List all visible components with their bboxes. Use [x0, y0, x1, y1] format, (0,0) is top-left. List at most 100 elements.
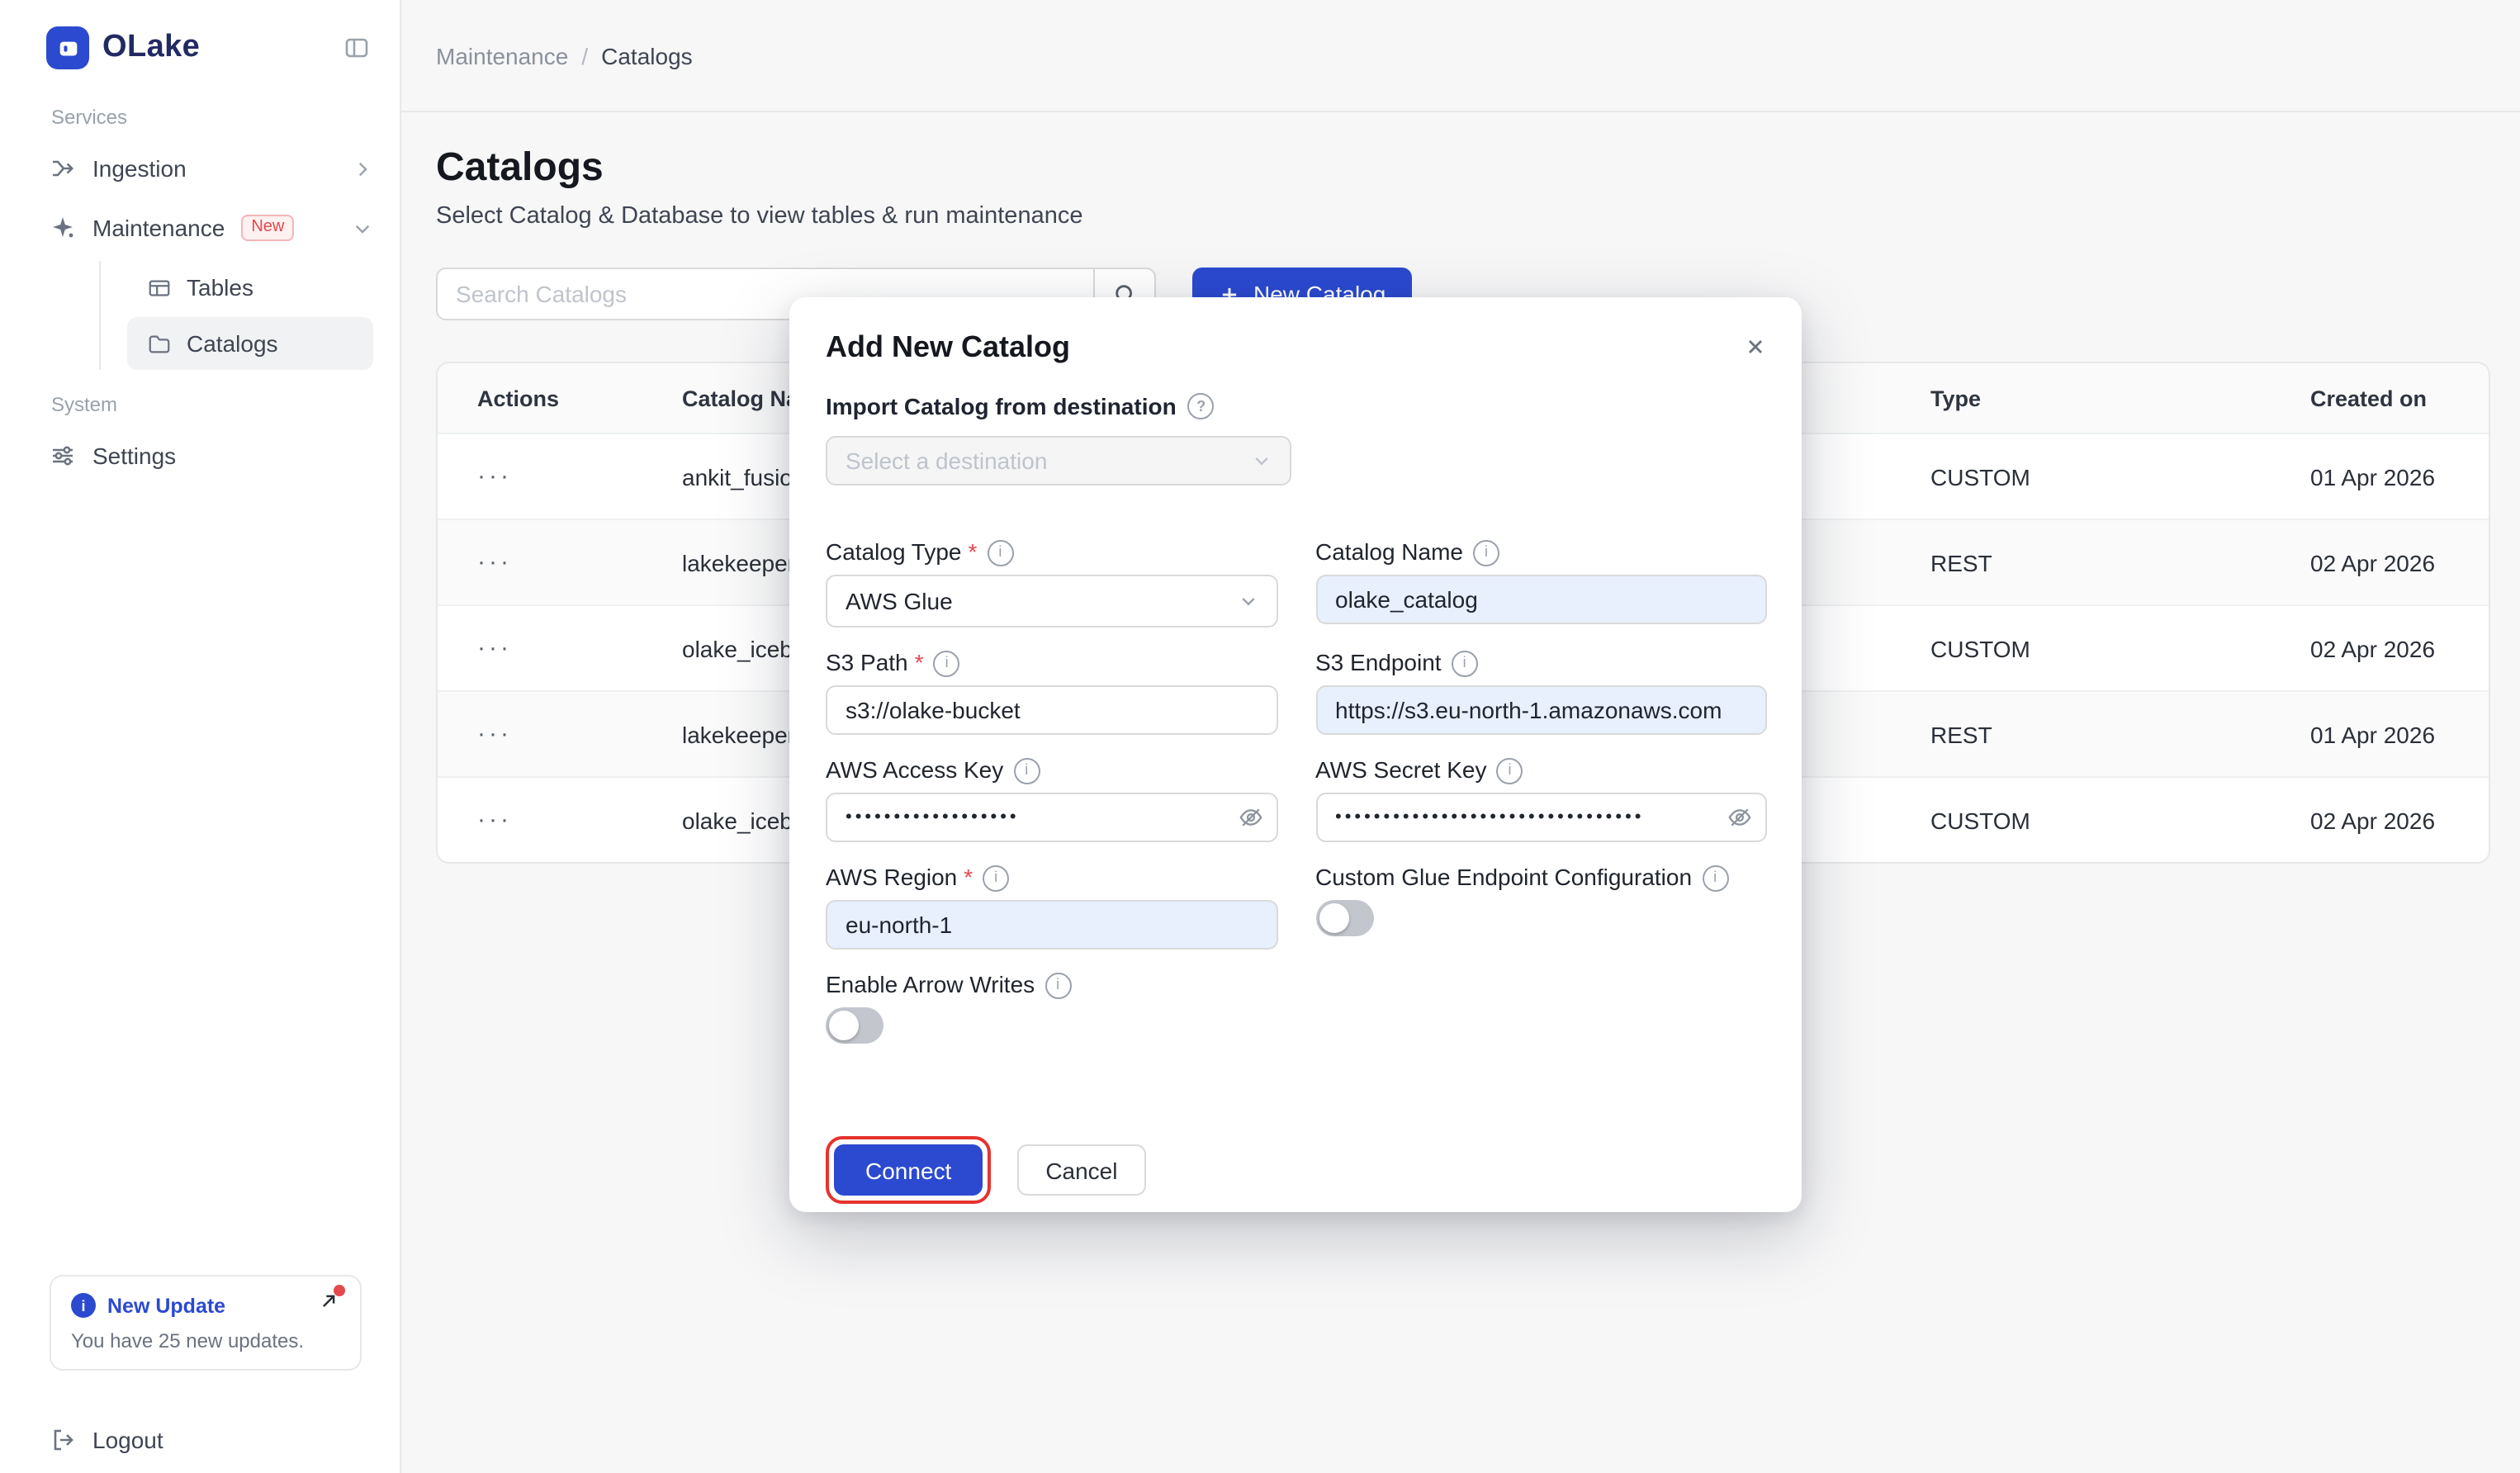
notification-dot: [334, 1285, 345, 1296]
sidebar-item-maintenance[interactable]: Maintenance New: [0, 198, 400, 258]
page-title: Catalogs: [436, 145, 2490, 192]
chevron-right-icon: [352, 158, 373, 179]
breadcrumb: Maintenance / Catalogs: [401, 0, 2520, 112]
required-mark: *: [964, 864, 973, 892]
type-cell: REST: [1930, 721, 2310, 747]
maintenance-sparkle-icon: [50, 215, 76, 241]
col-created-on: Created on: [2310, 386, 2449, 410]
type-cell: CUSTOM: [1930, 807, 2310, 833]
connect-button[interactable]: Connect: [834, 1144, 983, 1196]
info-icon[interactable]: i: [987, 539, 1013, 566]
sidebar-collapse-icon[interactable]: [343, 35, 370, 61]
chevron-down-icon: [352, 217, 373, 239]
created-cell: 02 Apr 2026: [2310, 807, 2449, 833]
info-icon[interactable]: i: [1497, 757, 1523, 784]
cancel-button[interactable]: Cancel: [1017, 1144, 1145, 1196]
breadcrumb-maintenance[interactable]: Maintenance: [436, 42, 568, 69]
sidebar-item-label: Catalogs: [187, 330, 278, 357]
row-actions-menu[interactable]: ···: [477, 634, 682, 662]
sidebar: OLake Services Ingestion Maintenance New: [0, 0, 401, 1473]
eye-invisible-icon[interactable]: [1727, 805, 1752, 830]
olake-logo-icon: [46, 26, 89, 69]
catalog-name-input[interactable]: [1315, 575, 1767, 624]
sidebar-item-ingestion[interactable]: Ingestion: [0, 139, 400, 198]
type-cell: CUSTOM: [1930, 463, 2310, 490]
modal-title: Add New Catalog: [826, 330, 1070, 365]
sidebar-item-label: Tables: [187, 274, 253, 301]
info-icon[interactable]: i: [983, 864, 1009, 891]
sidebar-item-label: Settings: [92, 443, 176, 469]
type-cell: REST: [1930, 549, 2310, 575]
field-s3-endpoint: S3 Endpoint i: [1315, 649, 1767, 735]
info-icon[interactable]: i: [1702, 864, 1728, 891]
col-type: Type: [1930, 386, 2310, 410]
field-catalog-name: Catalog Name i: [1315, 538, 1767, 628]
new-badge: New: [241, 215, 294, 241]
info-icon[interactable]: i: [1452, 650, 1478, 676]
tables-icon: [147, 275, 172, 300]
row-actions-menu[interactable]: ···: [477, 720, 682, 748]
required-mark: *: [969, 538, 978, 566]
sidebar-item-tables[interactable]: Tables: [127, 261, 373, 314]
field-enable-arrow-writes: Enable Arrow Writes i: [826, 971, 1277, 1044]
update-card[interactable]: i New Update You have 25 new updates.: [50, 1275, 362, 1371]
required-mark: *: [915, 649, 924, 677]
info-icon[interactable]: i: [1044, 972, 1071, 998]
sidebar-item-catalogs[interactable]: Catalogs: [127, 317, 373, 370]
add-catalog-modal: Add New Catalog Import Catalog from dest…: [789, 297, 1802, 1212]
field-aws-secret-key: AWS Secret Key i: [1315, 756, 1767, 842]
row-actions-menu[interactable]: ···: [477, 548, 682, 576]
logout-label: Logout: [92, 1427, 163, 1453]
import-destination-label: Import Catalog from destination ?: [826, 393, 1767, 419]
logout-icon: [50, 1427, 76, 1453]
field-catalog-type: Catalog Type * i AWS Glue: [826, 538, 1277, 628]
maintenance-subtree: Tables Catalogs: [99, 261, 373, 370]
logout-button[interactable]: Logout: [50, 1427, 163, 1453]
s3-endpoint-input[interactable]: [1315, 685, 1767, 735]
created-cell: 01 Apr 2026: [2310, 721, 2449, 747]
created-cell: 02 Apr 2026: [2310, 635, 2449, 661]
ingestion-icon: [50, 155, 76, 182]
help-icon[interactable]: ?: [1188, 393, 1215, 419]
destination-placeholder: Select a destination: [846, 448, 1047, 474]
sidebar-item-settings[interactable]: Settings: [0, 426, 400, 485]
section-label-system: System: [0, 370, 400, 426]
field-custom-glue-endpoint: Custom Glue Endpoint Configuration i: [1315, 864, 1767, 950]
custom-glue-toggle[interactable]: [1315, 900, 1373, 936]
field-aws-region: AWS Region * i: [826, 864, 1277, 950]
brand-logo: OLake: [46, 26, 200, 69]
aws-region-input[interactable]: [826, 900, 1277, 950]
chevron-down-icon: [1238, 591, 1258, 611]
info-icon[interactable]: i: [1013, 757, 1040, 784]
breadcrumb-catalogs: Catalogs: [601, 42, 693, 69]
section-label-services: Services: [0, 83, 400, 139]
sidebar-item-label: Maintenance: [92, 215, 225, 241]
update-card-title: New Update: [107, 1294, 225, 1317]
s3-path-input[interactable]: [826, 685, 1277, 735]
row-actions-menu[interactable]: ···: [477, 806, 682, 834]
folder-icon: [147, 331, 172, 356]
connect-highlight-ring: Connect: [826, 1136, 991, 1204]
info-icon[interactable]: i: [1473, 539, 1499, 566]
close-icon[interactable]: [1744, 335, 1767, 358]
aws-access-key-input[interactable]: [826, 793, 1277, 842]
type-cell: CUSTOM: [1930, 635, 2310, 661]
enable-arrow-writes-toggle[interactable]: [826, 1007, 883, 1044]
breadcrumb-separator: /: [581, 42, 588, 69]
field-s3-path: S3 Path * i: [826, 649, 1277, 735]
field-aws-access-key: AWS Access Key i: [826, 756, 1277, 842]
created-cell: 02 Apr 2026: [2310, 549, 2449, 575]
catalog-type-select[interactable]: AWS Glue: [826, 575, 1277, 628]
row-actions-menu[interactable]: ···: [477, 462, 682, 490]
destination-select[interactable]: Select a destination: [826, 436, 1291, 485]
sidebar-item-label: Ingestion: [92, 155, 187, 182]
col-actions: Actions: [477, 386, 682, 410]
chevron-down-icon: [1252, 451, 1272, 471]
info-icon[interactable]: i: [934, 650, 960, 676]
eye-invisible-icon[interactable]: [1238, 805, 1262, 830]
page-subtitle: Select Catalog & Database to view tables…: [436, 203, 2490, 230]
aws-secret-key-input[interactable]: [1315, 793, 1767, 842]
info-icon: i: [71, 1293, 96, 1318]
settings-sliders-icon: [50, 443, 76, 469]
created-cell: 01 Apr 2026: [2310, 463, 2449, 490]
